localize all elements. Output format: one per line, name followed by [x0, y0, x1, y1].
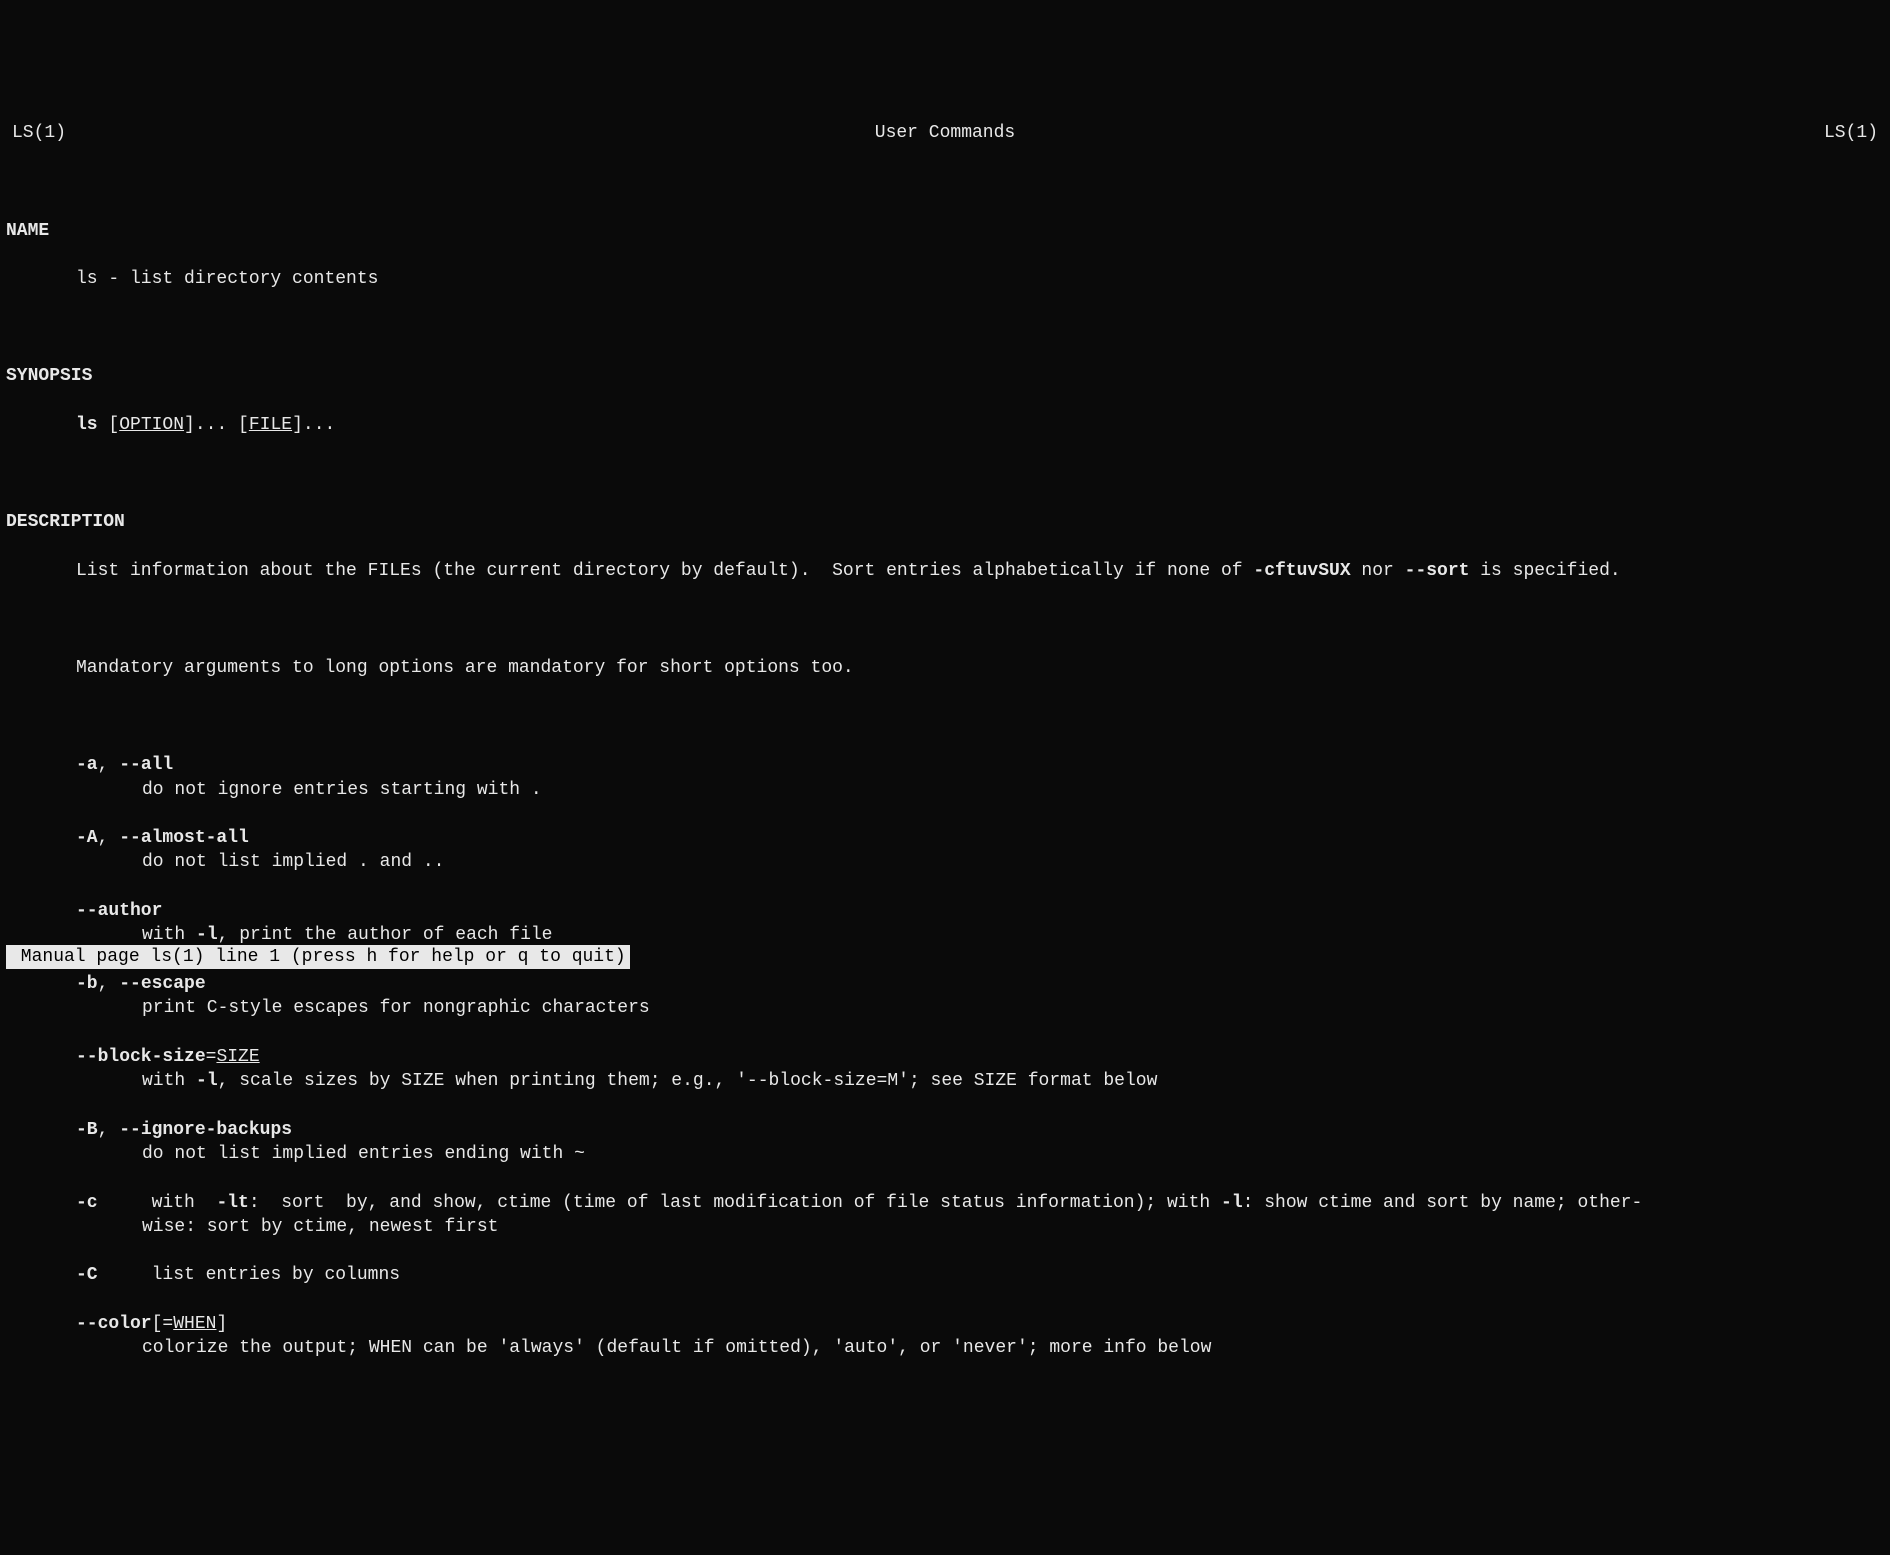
- option-flags: -b, --escape: [6, 972, 1884, 996]
- option-entry: -c with -lt: sort by, and show, ctime (t…: [6, 1191, 1884, 1215]
- option-desc: colorize the output; WHEN can be 'always…: [6, 1336, 1884, 1360]
- section-synopsis-text: ls [OPTION]... [FILE]...: [6, 413, 1884, 437]
- option-flags: --block-size=SIZE: [6, 1045, 1884, 1069]
- description-intro: List information about the FILEs (the cu…: [6, 559, 1884, 583]
- pager-status-bar[interactable]: Manual page ls(1) line 1 (press h for he…: [6, 945, 630, 969]
- section-name-text: ls - list directory contents: [6, 267, 1884, 291]
- option-desc: do not list implied entries ending with …: [6, 1142, 1884, 1166]
- section-name-heading: NAME: [6, 219, 1884, 243]
- option-desc: do not list implied . and ..: [6, 850, 1884, 874]
- option-flags: --author: [6, 899, 1884, 923]
- option-desc: print C-style escapes for nongraphic cha…: [6, 996, 1884, 1020]
- header-center: User Commands: [875, 121, 1015, 145]
- option-desc-continuation: wise: sort by ctime, newest first: [6, 1215, 1884, 1239]
- option-entry: -C list entries by columns: [6, 1263, 1884, 1287]
- option-desc: with -l, scale sizes by SIZE when printi…: [6, 1069, 1884, 1093]
- option-flags: -a, --all: [6, 753, 1884, 777]
- header-left: LS(1): [12, 121, 66, 145]
- section-description-heading: DESCRIPTION: [6, 510, 1884, 534]
- option-flags: -A, --almost-all: [6, 826, 1884, 850]
- man-header: LS(1) User Commands LS(1): [6, 121, 1884, 145]
- option-flags: -B, --ignore-backups: [6, 1118, 1884, 1142]
- option-flags: --color[=WHEN]: [6, 1312, 1884, 1336]
- section-synopsis-heading: SYNOPSIS: [6, 364, 1884, 388]
- option-desc: do not ignore entries starting with .: [6, 778, 1884, 802]
- description-mandatory: Mandatory arguments to long options are …: [6, 656, 1884, 680]
- header-right: LS(1): [1824, 121, 1878, 145]
